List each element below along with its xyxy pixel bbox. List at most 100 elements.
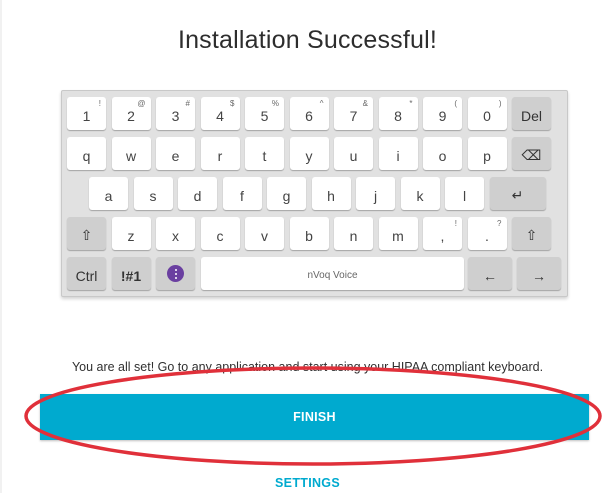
key-g-label: g xyxy=(282,187,291,204)
enter-key-label: ↵ xyxy=(511,187,524,203)
key-comma: ,! xyxy=(423,217,462,250)
key-v-label: v xyxy=(261,227,268,244)
key-q: q xyxy=(67,137,106,170)
key-b-label: b xyxy=(305,227,313,244)
key-2-label: 2 xyxy=(127,107,135,124)
key-t-label: t xyxy=(262,147,267,164)
key-z-label: z xyxy=(127,227,135,244)
key-4-label: 4 xyxy=(216,107,224,124)
key-k: k xyxy=(400,177,440,210)
key-9-shift-label: ( xyxy=(454,99,457,108)
settings-link[interactable]: SETTINGS xyxy=(0,476,615,490)
key-n-label: n xyxy=(349,227,358,244)
finish-button[interactable]: FINISH xyxy=(40,394,589,440)
key-4-shift-label: $ xyxy=(230,99,235,108)
key-d: d xyxy=(178,177,217,210)
shift-key: ⇧ xyxy=(67,217,106,250)
ctrl-key: Ctrl xyxy=(67,257,106,290)
key-a: a xyxy=(89,177,128,210)
key-f: f xyxy=(222,177,262,210)
key-u-label: u xyxy=(349,147,358,164)
key-y-label: y xyxy=(305,147,313,164)
key-p: p xyxy=(467,137,507,170)
key-s-label: s xyxy=(149,187,157,204)
key-k-label: k xyxy=(416,187,424,204)
key-y: y xyxy=(289,137,329,170)
backspace-key-label: ⌫ xyxy=(521,147,542,163)
key-o: o xyxy=(423,137,462,170)
shift-key: ⇧ xyxy=(512,217,551,250)
key-c: c xyxy=(200,217,240,250)
key-o-label: o xyxy=(438,147,447,164)
voice-menu-icon xyxy=(167,265,184,282)
key-7: 7 & xyxy=(334,97,373,130)
key-6-shift-label: ^ xyxy=(319,99,324,108)
key-r-label: r xyxy=(217,147,223,164)
key-9: 9( xyxy=(423,97,462,130)
symbols-key: !#1 xyxy=(111,257,151,290)
key-0-shift-label: ) xyxy=(498,99,502,108)
key-c-label: c xyxy=(216,227,224,244)
left-arrow-key: ← xyxy=(468,257,512,290)
key-a-label: a xyxy=(104,187,113,204)
key-j-label: j xyxy=(373,187,378,204)
key-0-label: 0 xyxy=(483,107,491,124)
key-z: z xyxy=(111,217,151,250)
key-l: l xyxy=(445,177,484,210)
key-1-shift-label: ! xyxy=(98,99,101,108)
key-1: 1! xyxy=(67,97,106,130)
key-2-shift-label: @ xyxy=(137,99,146,108)
key-2: 2 @ xyxy=(111,97,151,130)
key-del-label: Del xyxy=(520,107,542,124)
key-e: e xyxy=(156,137,195,170)
key-6-label: 6 xyxy=(305,107,313,124)
shift-key-label: ⇧ xyxy=(80,227,93,243)
key-t: t xyxy=(245,137,284,170)
key-comma-label: , xyxy=(440,227,445,244)
right-arrow-key-label: → xyxy=(532,267,546,284)
key-w: w xyxy=(111,137,151,170)
key-b: b xyxy=(289,217,329,250)
key-8: 8 * xyxy=(378,97,418,130)
key-i-label: i xyxy=(396,147,400,164)
ctrl-key-label: Ctrl xyxy=(75,267,98,284)
key-9-label: 9 xyxy=(438,107,447,124)
completion-message: You are all set! Go to any application a… xyxy=(71,360,544,374)
space-bar: nVoq Voice xyxy=(201,257,464,290)
key-u: u xyxy=(334,137,373,170)
key-m-label: m xyxy=(392,227,404,244)
key-h: h xyxy=(311,177,351,210)
left-edge-divider xyxy=(0,0,2,493)
voice-key xyxy=(156,257,195,290)
key-1-label: 1 xyxy=(82,107,91,124)
right-arrow-key: → xyxy=(517,257,561,290)
key-s: s xyxy=(133,177,173,210)
key-5: 5% xyxy=(245,97,284,130)
key-3-shift-label: # xyxy=(185,99,190,108)
key-h-label: h xyxy=(327,187,335,204)
key-4: 4 $ xyxy=(200,97,240,130)
key-7-label: 7 xyxy=(349,107,358,124)
symbols-key-label: !#1 xyxy=(120,267,142,284)
key-n: n xyxy=(334,217,373,250)
key-period-shift-label: ? xyxy=(497,219,502,228)
key-f-label: f xyxy=(240,187,244,204)
key-del: Del xyxy=(512,97,551,130)
key-6: 6 ^ xyxy=(289,97,329,130)
key-8-label: 8 xyxy=(394,107,402,124)
key-l-label: l xyxy=(462,187,467,204)
backspace-key: ⌫ xyxy=(512,137,551,170)
key-7-shift-label: & xyxy=(362,99,368,108)
key-e-label: e xyxy=(171,147,180,164)
key-period: .? xyxy=(467,217,507,250)
key-r: r xyxy=(200,137,240,170)
key-x-label: x xyxy=(172,227,179,244)
key-comma-shift-label: ! xyxy=(454,219,457,228)
key-5-label: 5 xyxy=(260,107,269,124)
key-5-shift-label: % xyxy=(271,99,279,108)
key-g: g xyxy=(267,177,306,210)
key-3-label: 3 xyxy=(171,107,180,124)
key-3: 3 # xyxy=(156,97,195,130)
key-period-label: . xyxy=(485,227,489,244)
shift-key-label: ⇧ xyxy=(525,227,538,243)
